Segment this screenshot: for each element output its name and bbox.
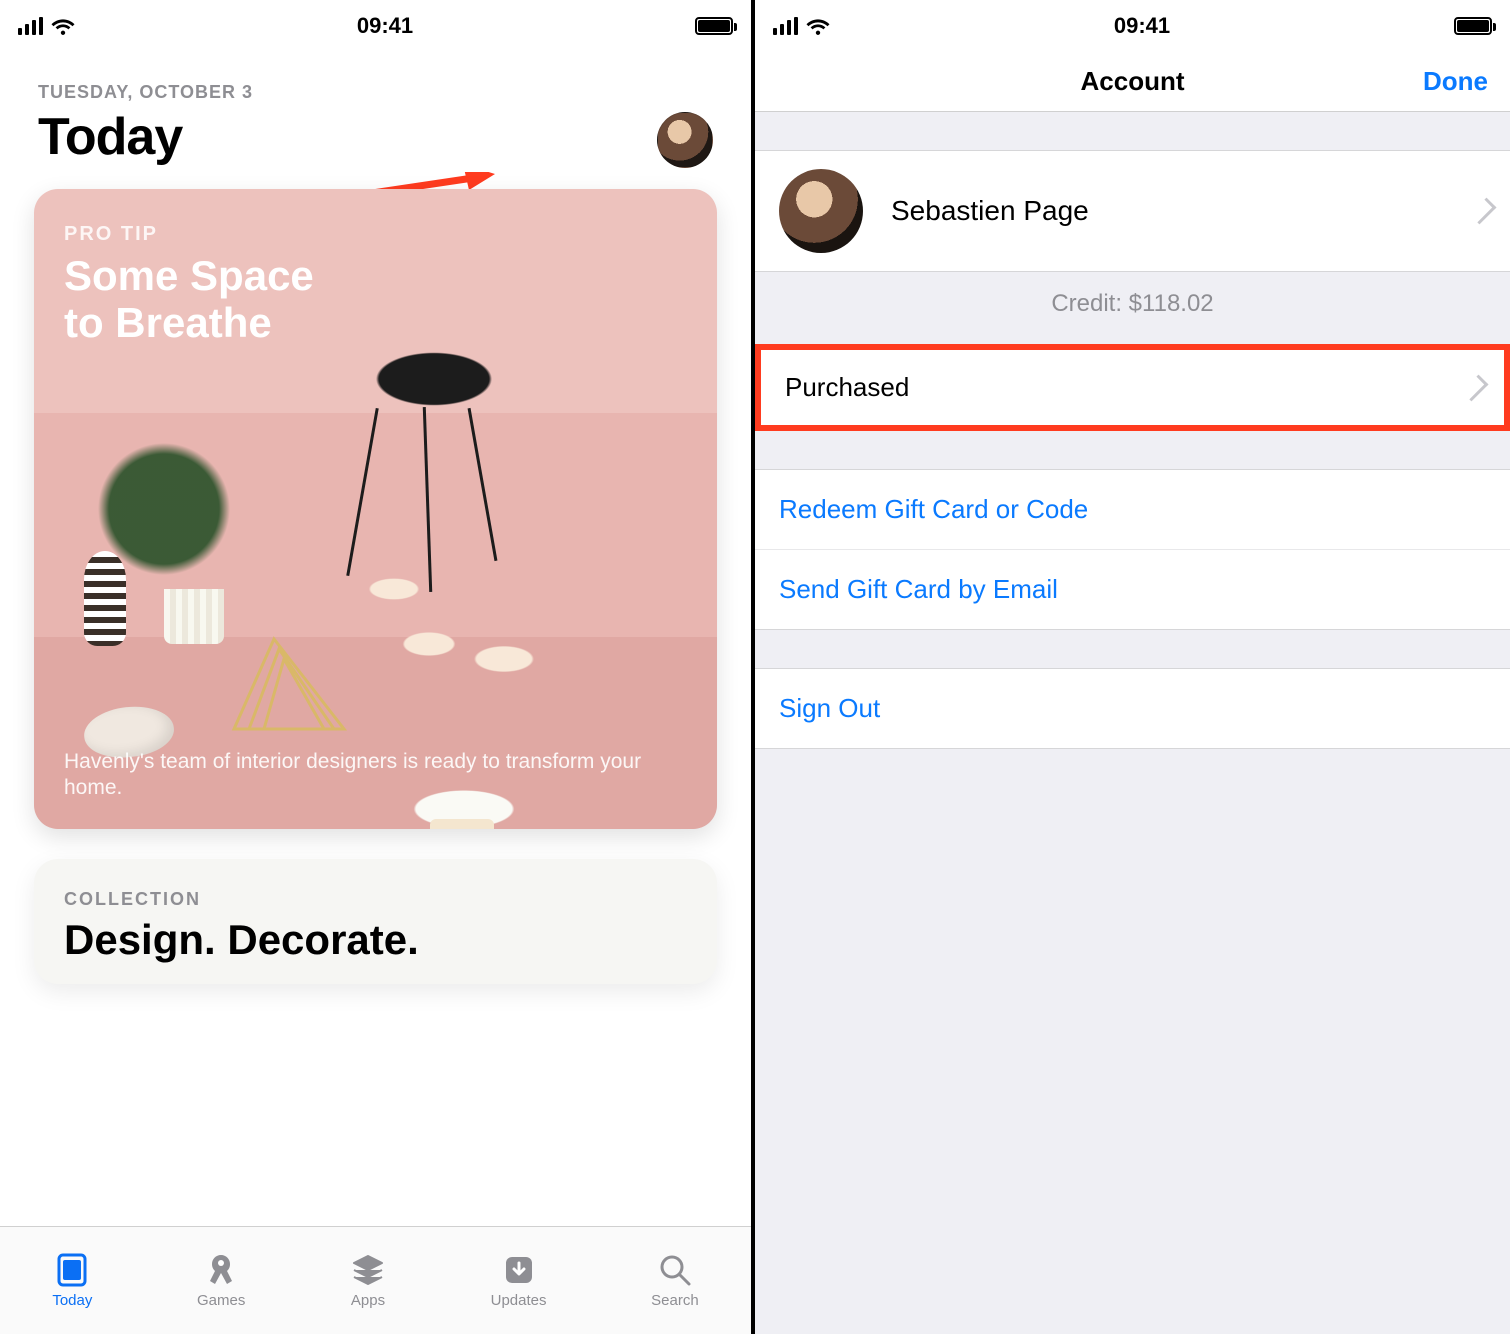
tab-updates[interactable]: Updates <box>491 1252 547 1309</box>
today-card-collection[interactable]: COLLECTION Design. Decorate. <box>34 859 717 984</box>
tab-today[interactable]: Today <box>52 1252 92 1309</box>
card-tag: COLLECTION <box>64 889 687 910</box>
done-button[interactable]: Done <box>1423 66 1488 97</box>
card-illustration <box>164 589 224 644</box>
chevron-right-icon <box>1462 374 1489 401</box>
tab-label: Today <box>52 1292 92 1309</box>
updates-tab-icon <box>501 1252 537 1288</box>
tab-label: Games <box>197 1292 245 1309</box>
card-illustration <box>224 629 354 734</box>
account-avatar-button[interactable] <box>657 112 713 168</box>
send-gift-card-row[interactable]: Send Gift Card by Email <box>755 550 1510 629</box>
status-bar: 09:41 <box>0 0 751 52</box>
page-title: Today <box>38 107 713 167</box>
tab-apps[interactable]: Apps <box>350 1252 386 1309</box>
cellular-signal-icon <box>18 17 43 35</box>
tab-games[interactable]: Games <box>197 1252 245 1309</box>
card-illustration <box>430 819 494 829</box>
app-store-today-screen: 09:41 TUESDAY, OCTOBER 3 Today PRO TIP S… <box>0 0 755 1334</box>
card-caption: Havenly's team of interior designers is … <box>64 749 687 802</box>
avatar <box>779 169 863 253</box>
chevron-right-icon <box>1470 198 1497 225</box>
row-label: Send Gift Card by Email <box>779 574 1058 604</box>
tab-bar: Today Games Apps Updates Search <box>0 1226 751 1334</box>
tab-label: Search <box>651 1292 699 1309</box>
tab-label: Updates <box>491 1292 547 1309</box>
card-tag: PRO TIP <box>34 189 717 252</box>
today-date-label: TUESDAY, OCTOBER 3 <box>38 82 713 103</box>
credit-label: Credit: $118.02 <box>755 272 1510 344</box>
today-tab-icon <box>54 1252 90 1288</box>
sign-out-row[interactable]: Sign Out <box>755 669 1510 748</box>
games-tab-icon <box>203 1252 239 1288</box>
cellular-signal-icon <box>773 17 798 35</box>
status-bar: 09:41 <box>755 0 1510 52</box>
apps-tab-icon <box>350 1252 386 1288</box>
battery-icon <box>695 17 733 35</box>
wifi-icon <box>51 17 75 35</box>
battery-icon <box>1454 17 1492 35</box>
purchased-row[interactable]: Purchased <box>755 344 1510 431</box>
search-tab-icon <box>657 1252 693 1288</box>
wifi-icon <box>806 17 830 35</box>
tab-search[interactable]: Search <box>651 1252 699 1309</box>
status-time: 09:41 <box>357 13 413 39</box>
row-label: Redeem Gift Card or Code <box>779 494 1088 524</box>
card-illustration <box>84 551 126 646</box>
row-label: Sign Out <box>779 693 880 723</box>
card-title: Some Space to Breathe <box>34 252 717 346</box>
account-screen: 09:41 Account Done Sebastien Page Credit… <box>755 0 1510 1334</box>
account-profile-row[interactable]: Sebastien Page <box>755 150 1510 272</box>
profile-name: Sebastien Page <box>891 195 1089 227</box>
status-time: 09:41 <box>1114 13 1170 39</box>
redeem-gift-card-row[interactable]: Redeem Gift Card or Code <box>755 470 1510 550</box>
row-label: Purchased <box>785 372 909 403</box>
nav-bar: Account Done <box>755 52 1510 112</box>
nav-title: Account <box>1081 66 1185 97</box>
today-card-pro-tip[interactable]: PRO TIP Some Space to Breathe Havenly's … <box>34 189 717 829</box>
tab-label: Apps <box>351 1292 385 1309</box>
card-illustration <box>346 407 516 597</box>
card-title: Design. Decorate. <box>64 916 687 964</box>
